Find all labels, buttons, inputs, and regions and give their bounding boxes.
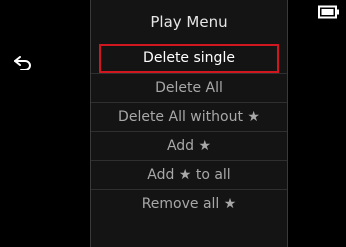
menu-item-delete-single[interactable]: Delete single xyxy=(99,44,279,73)
menu-item-delete-all-without-star[interactable]: Delete All without ★ xyxy=(91,102,287,131)
menu-item-add-star[interactable]: Add ★ xyxy=(91,131,287,160)
back-button[interactable] xyxy=(8,52,38,74)
menu-item-delete-all[interactable]: Delete All xyxy=(91,73,287,102)
menu-title: Play Menu xyxy=(150,13,228,31)
left-sidebar xyxy=(0,0,90,247)
back-arrow-icon xyxy=(14,56,31,70)
menu-item-remove-all-star[interactable]: Remove all ★ xyxy=(91,189,287,218)
menu-item-add-star-to-all[interactable]: Add ★ to all xyxy=(91,160,287,189)
right-sidebar xyxy=(288,0,346,247)
menu-list: Delete single Delete All Delete All with… xyxy=(91,44,287,218)
play-menu-panel: Play Menu Delete single Delete All Delet… xyxy=(90,0,288,247)
battery-indicator xyxy=(318,4,340,19)
battery-icon xyxy=(318,5,339,19)
